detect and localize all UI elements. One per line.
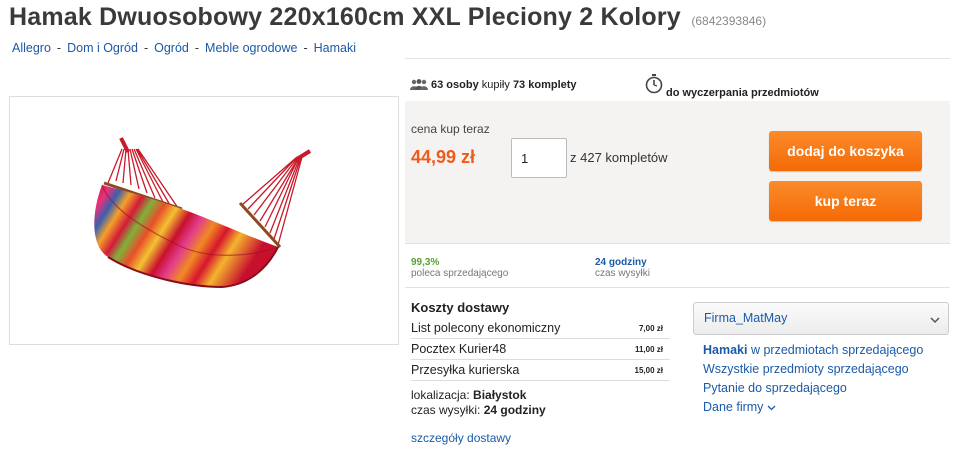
breadcrumb-separator: - (303, 41, 308, 55)
breadcrumb: Allegro - Dom i Ogród - Ogród - Meble ogrodowe… (12, 41, 356, 55)
company-data-label: Dane firmy (703, 400, 764, 414)
chevron-down-icon (767, 400, 776, 414)
shipping-price: 15,00 zł (634, 366, 663, 375)
shipping-details-link[interactable]: szczegóły dostawy (411, 431, 670, 445)
breadcrumb-ogrod[interactable]: Ogród (154, 41, 189, 55)
seller-dropdown[interactable]: Firma_MatMay (693, 302, 949, 335)
offer-id: (6842393846) (691, 14, 767, 28)
shipping-row: List polecony ekonomiczny 7,00 zł (411, 318, 670, 339)
header-divider (405, 58, 950, 59)
price: 44,99 zł (411, 147, 476, 167)
seller-name: Firma_MatMay (704, 311, 788, 325)
company-data-link[interactable]: Dane firmy (703, 398, 923, 417)
shipping-row: Przesyłka kurierska 15,00 zł (411, 360, 670, 381)
dispatch-value: 24 godziny (595, 257, 647, 268)
shipping-method: Pocztex Kurier48 (411, 342, 507, 356)
availability-stat: do wyczerpania przedmiotów (645, 74, 819, 99)
seller-category-bold: Hamaki (703, 343, 748, 357)
seller-stats: 99,3% poleca sprzedającego 24 godziny cz… (405, 243, 950, 288)
shipping-table: List polecony ekonomiczny 7,00 zł Poczte… (411, 318, 670, 381)
dispatch-stat: 24 godziny czas wysyłki (595, 257, 650, 279)
dispatch-label: czas wysyłki (595, 268, 651, 279)
sets-count: 73 komplety (512, 79, 577, 91)
buyers-count: 63 osoby (431, 79, 479, 91)
add-to-cart-button[interactable]: dodaj do koszyka (769, 131, 922, 171)
product-image[interactable] (9, 96, 399, 345)
dispatch-time-value: 24 godziny (483, 403, 546, 417)
quantity-available: z 427 kompletów (570, 150, 668, 165)
breadcrumb-separator: - (143, 41, 149, 55)
shipping-method: List polecony ekonomiczny (411, 321, 561, 335)
shipping-price: 7,00 zł (638, 324, 663, 333)
shipping-section: Koszty dostawy List polecony ekonomiczny… (411, 300, 670, 445)
seller-category-rest: w przedmiotach sprzedającego (750, 343, 924, 357)
seller-all-items-link[interactable]: Wszystkie przedmioty sprzedającego (703, 360, 923, 379)
breadcrumb-dom-i-ogrod[interactable]: Dom i Ogród (67, 41, 138, 55)
breadcrumb-separator: - (194, 41, 200, 55)
shipping-row: Pocztex Kurier48 11,00 zł (411, 339, 670, 360)
hammock-image (94, 137, 312, 289)
recommend-value: 99,3% (411, 257, 440, 268)
shipping-method: Przesyłka kurierska (411, 363, 520, 377)
breadcrumb-separator: - (56, 41, 62, 55)
breadcrumb-hamaki[interactable]: Hamaki (314, 41, 356, 55)
buyers-mid-text: kupiły (481, 79, 510, 91)
buy-panel: cena kup teraz 44,99 zł z 427 kompletów … (405, 101, 950, 244)
location-info: lokalizacja: Białystok czas wysyłki: 24 … (411, 388, 670, 418)
ask-seller-link[interactable]: Pytanie do sprzedającego (703, 379, 923, 398)
quantity-input[interactable] (511, 138, 567, 178)
dispatch-time-label: czas wysyłki: (411, 403, 481, 417)
page-title: Hamak Dwuosobowy 220x160cm XXL Pleciony … (9, 3, 681, 31)
seller-category-link[interactable]: Hamaki w przedmiotach sprzedającego (703, 341, 923, 360)
title-row: Hamak Dwuosobowy 220x160cm XXL Pleciony … (9, 3, 954, 32)
availability-text: do wyczerpania przedmiotów (666, 87, 819, 99)
location-value: Białystok (473, 388, 527, 402)
chevron-down-icon (930, 313, 940, 327)
stopwatch-icon (645, 74, 663, 97)
breadcrumb-meble-ogrodowe[interactable]: Meble ogrodowe (205, 41, 297, 55)
people-icon (410, 79, 428, 93)
recommend-label: poleca sprzedającego (411, 268, 509, 279)
buyers-stat: 63 osoby kupiły 73 komplety (410, 79, 577, 93)
shipping-price: 11,00 zł (634, 345, 663, 354)
price-label: cena kup teraz (411, 122, 490, 136)
breadcrumb-allegro[interactable]: Allegro (12, 41, 51, 55)
buy-now-button[interactable]: kup teraz (769, 181, 922, 221)
recommend-stat: 99,3% poleca sprzedającego (411, 257, 508, 279)
shipping-title: Koszty dostawy (411, 300, 510, 315)
seller-links: Hamaki w przedmiotach sprzedającego Wszy… (703, 341, 923, 417)
location-label: lokalizacja: (411, 388, 470, 402)
